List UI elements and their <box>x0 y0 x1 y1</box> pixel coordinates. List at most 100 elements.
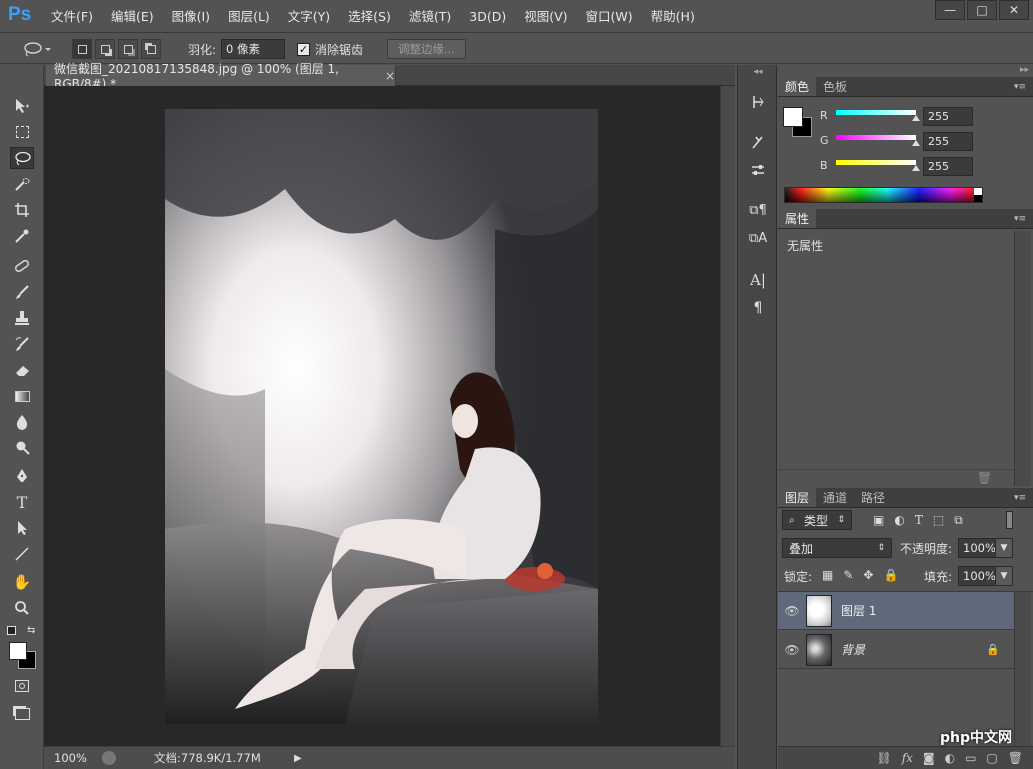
history-panel-icon[interactable] <box>746 91 770 113</box>
paragraph-styles-icon[interactable]: ⧉¶ <box>746 199 770 221</box>
filter-toggle[interactable] <box>1006 511 1013 529</box>
filter-smart-object-icon[interactable]: ⧉ <box>954 513 963 528</box>
channel-r-slider[interactable] <box>836 110 916 115</box>
channel-g-value[interactable]: 255 <box>923 132 973 151</box>
expand-panels-icon[interactable]: ▸▸ <box>1020 65 1029 75</box>
new-selection-button[interactable] <box>72 39 92 59</box>
menu-view[interactable]: 视图(V) <box>515 0 576 33</box>
background-visibility-eye-icon[interactable]: 👁 <box>778 643 806 657</box>
color-panel-menu-icon[interactable]: ▾≡ <box>1007 77 1033 96</box>
color-spectrum-bar[interactable] <box>784 187 983 203</box>
layers-scrollbar[interactable] <box>1014 592 1031 747</box>
zoom-level[interactable]: 100% <box>44 751 94 765</box>
layers-menu-icon[interactable]: ▾≡ <box>1007 488 1033 507</box>
filter-adjustment-icon[interactable]: ◐ <box>894 513 904 528</box>
menu-select[interactable]: 选择(S) <box>339 0 400 33</box>
document-tab[interactable]: 微信截图_20210817135848.jpg @ 100% (图层 1, RG… <box>46 62 396 91</box>
brush-tool[interactable] <box>10 281 34 303</box>
status-menu-icon[interactable] <box>102 751 116 765</box>
screen-mode-button[interactable] <box>10 703 34 725</box>
menu-help[interactable]: 帮助(H) <box>642 0 704 33</box>
blur-tool[interactable] <box>10 411 34 433</box>
move-tool[interactable] <box>10 95 34 117</box>
adjustments-icon[interactable] <box>746 159 770 181</box>
eraser-tool[interactable] <box>10 359 34 381</box>
channel-r-thumb[interactable] <box>912 115 920 121</box>
lasso-preset-picker[interactable] <box>22 39 52 59</box>
fill-dropdown[interactable]: ▼ <box>995 566 1013 586</box>
filter-shape-icon[interactable]: ⬚ <box>933 513 944 528</box>
new-adjustment-layer-icon[interactable]: ◐ <box>945 751 955 765</box>
tab-color[interactable]: 颜色 <box>778 77 817 96</box>
foreground-color-swatch[interactable] <box>9 642 27 660</box>
status-arrow-icon[interactable]: ▶ <box>294 753 302 764</box>
channel-g-thumb[interactable] <box>912 140 920 146</box>
antialias-checkbox[interactable]: ✓ <box>297 42 310 56</box>
default-colors-icon[interactable] <box>7 626 16 635</box>
healing-brush-tool[interactable] <box>10 255 34 277</box>
channel-g-slider[interactable] <box>836 135 916 140</box>
collapse-panels-icon[interactable]: ◂◂ <box>746 65 770 79</box>
menu-type[interactable]: 文字(Y) <box>279 0 339 33</box>
path-selection-tool[interactable] <box>10 517 34 539</box>
quick-mask-button[interactable] <box>10 675 34 697</box>
blend-mode-select[interactable]: 叠加 ⇕ <box>782 538 892 558</box>
menu-layer[interactable]: 图层(L) <box>219 0 279 33</box>
feather-input[interactable]: 0 像素 <box>221 39 285 59</box>
lock-pixels-icon[interactable]: ✎ <box>843 568 853 582</box>
swap-colors-icon[interactable]: ⇆ <box>27 625 35 636</box>
channel-b-slider[interactable] <box>836 160 916 165</box>
panel-foreground-swatch[interactable] <box>783 107 803 127</box>
lock-position-icon[interactable]: ✥ <box>863 568 873 582</box>
tab-properties[interactable]: 属性 <box>778 209 817 228</box>
lasso-tool[interactable] <box>10 147 34 169</box>
lock-all-icon[interactable]: 🔒 <box>883 568 898 582</box>
tab-paths[interactable]: 路径 <box>854 488 892 507</box>
antialias-option[interactable]: ✓ 消除锯齿 <box>297 39 363 59</box>
maximize-button[interactable]: □ <box>967 0 997 20</box>
opacity-dropdown[interactable]: ▼ <box>995 538 1013 558</box>
close-button[interactable]: ✕ <box>999 0 1029 20</box>
menu-window[interactable]: 窗口(W) <box>577 0 642 33</box>
menu-file[interactable]: 文件(F) <box>42 0 102 33</box>
type-tool[interactable]: T <box>10 491 34 513</box>
link-layers-icon[interactable]: ⛓ <box>876 751 891 765</box>
refine-edge-button[interactable]: 调整边缘... <box>387 39 466 59</box>
delete-layer-icon[interactable]: 🗑 <box>1008 751 1023 765</box>
new-layer-icon[interactable]: ▢ <box>986 751 997 765</box>
hand-tool[interactable]: ✋ <box>10 571 34 593</box>
tab-layers[interactable]: 图层 <box>778 488 817 507</box>
vertical-scrollbar[interactable] <box>720 86 735 746</box>
properties-menu-icon[interactable]: ▾≡ <box>1007 209 1033 228</box>
add-mask-icon[interactable]: ◙ <box>923 751 935 765</box>
layer-filter-select[interactable]: ⌕ 类型 ⇕ <box>782 510 852 530</box>
layer-visibility-eye-icon[interactable]: 👁 <box>778 604 806 618</box>
background-layer-name[interactable]: 背景 <box>841 641 865 658</box>
add-selection-button[interactable] <box>95 39 115 59</box>
character-styles-icon[interactable]: ⧉A <box>746 227 770 249</box>
new-group-icon[interactable]: ▭ <box>965 751 976 765</box>
paragraph-panel-icon[interactable]: ¶ <box>746 297 770 319</box>
dodge-tool[interactable] <box>10 437 34 459</box>
zoom-tool[interactable] <box>10 597 34 619</box>
tab-swatches[interactable]: 色板 <box>816 77 854 96</box>
menu-image[interactable]: 图像(I) <box>163 0 219 33</box>
pen-tool[interactable] <box>10 465 34 487</box>
layer-row-1[interactable]: 👁 图层 1 <box>778 592 1014 630</box>
properties-scrollbar[interactable] <box>1014 231 1031 486</box>
crop-tool[interactable] <box>10 199 34 221</box>
canvas-image[interactable] <box>165 109 598 724</box>
menu-filter[interactable]: 滤镜(T) <box>400 0 460 33</box>
line-tool[interactable] <box>10 543 34 565</box>
channel-b-value[interactable]: 255 <box>923 157 973 176</box>
eyedropper-tool[interactable] <box>10 225 34 247</box>
fill-input[interactable]: 100% <box>958 566 996 586</box>
minimize-button[interactable]: — <box>935 0 965 20</box>
marquee-tool[interactable] <box>10 121 34 143</box>
gradient-tool[interactable] <box>10 385 34 407</box>
channel-r-value[interactable]: 255 <box>923 107 973 126</box>
intersect-selection-button[interactable] <box>141 39 161 59</box>
layer-1-name[interactable]: 图层 1 <box>841 602 876 619</box>
filter-pixel-icon[interactable]: ▣ <box>873 513 884 528</box>
lock-transparency-icon[interactable]: ▦ <box>822 568 833 582</box>
